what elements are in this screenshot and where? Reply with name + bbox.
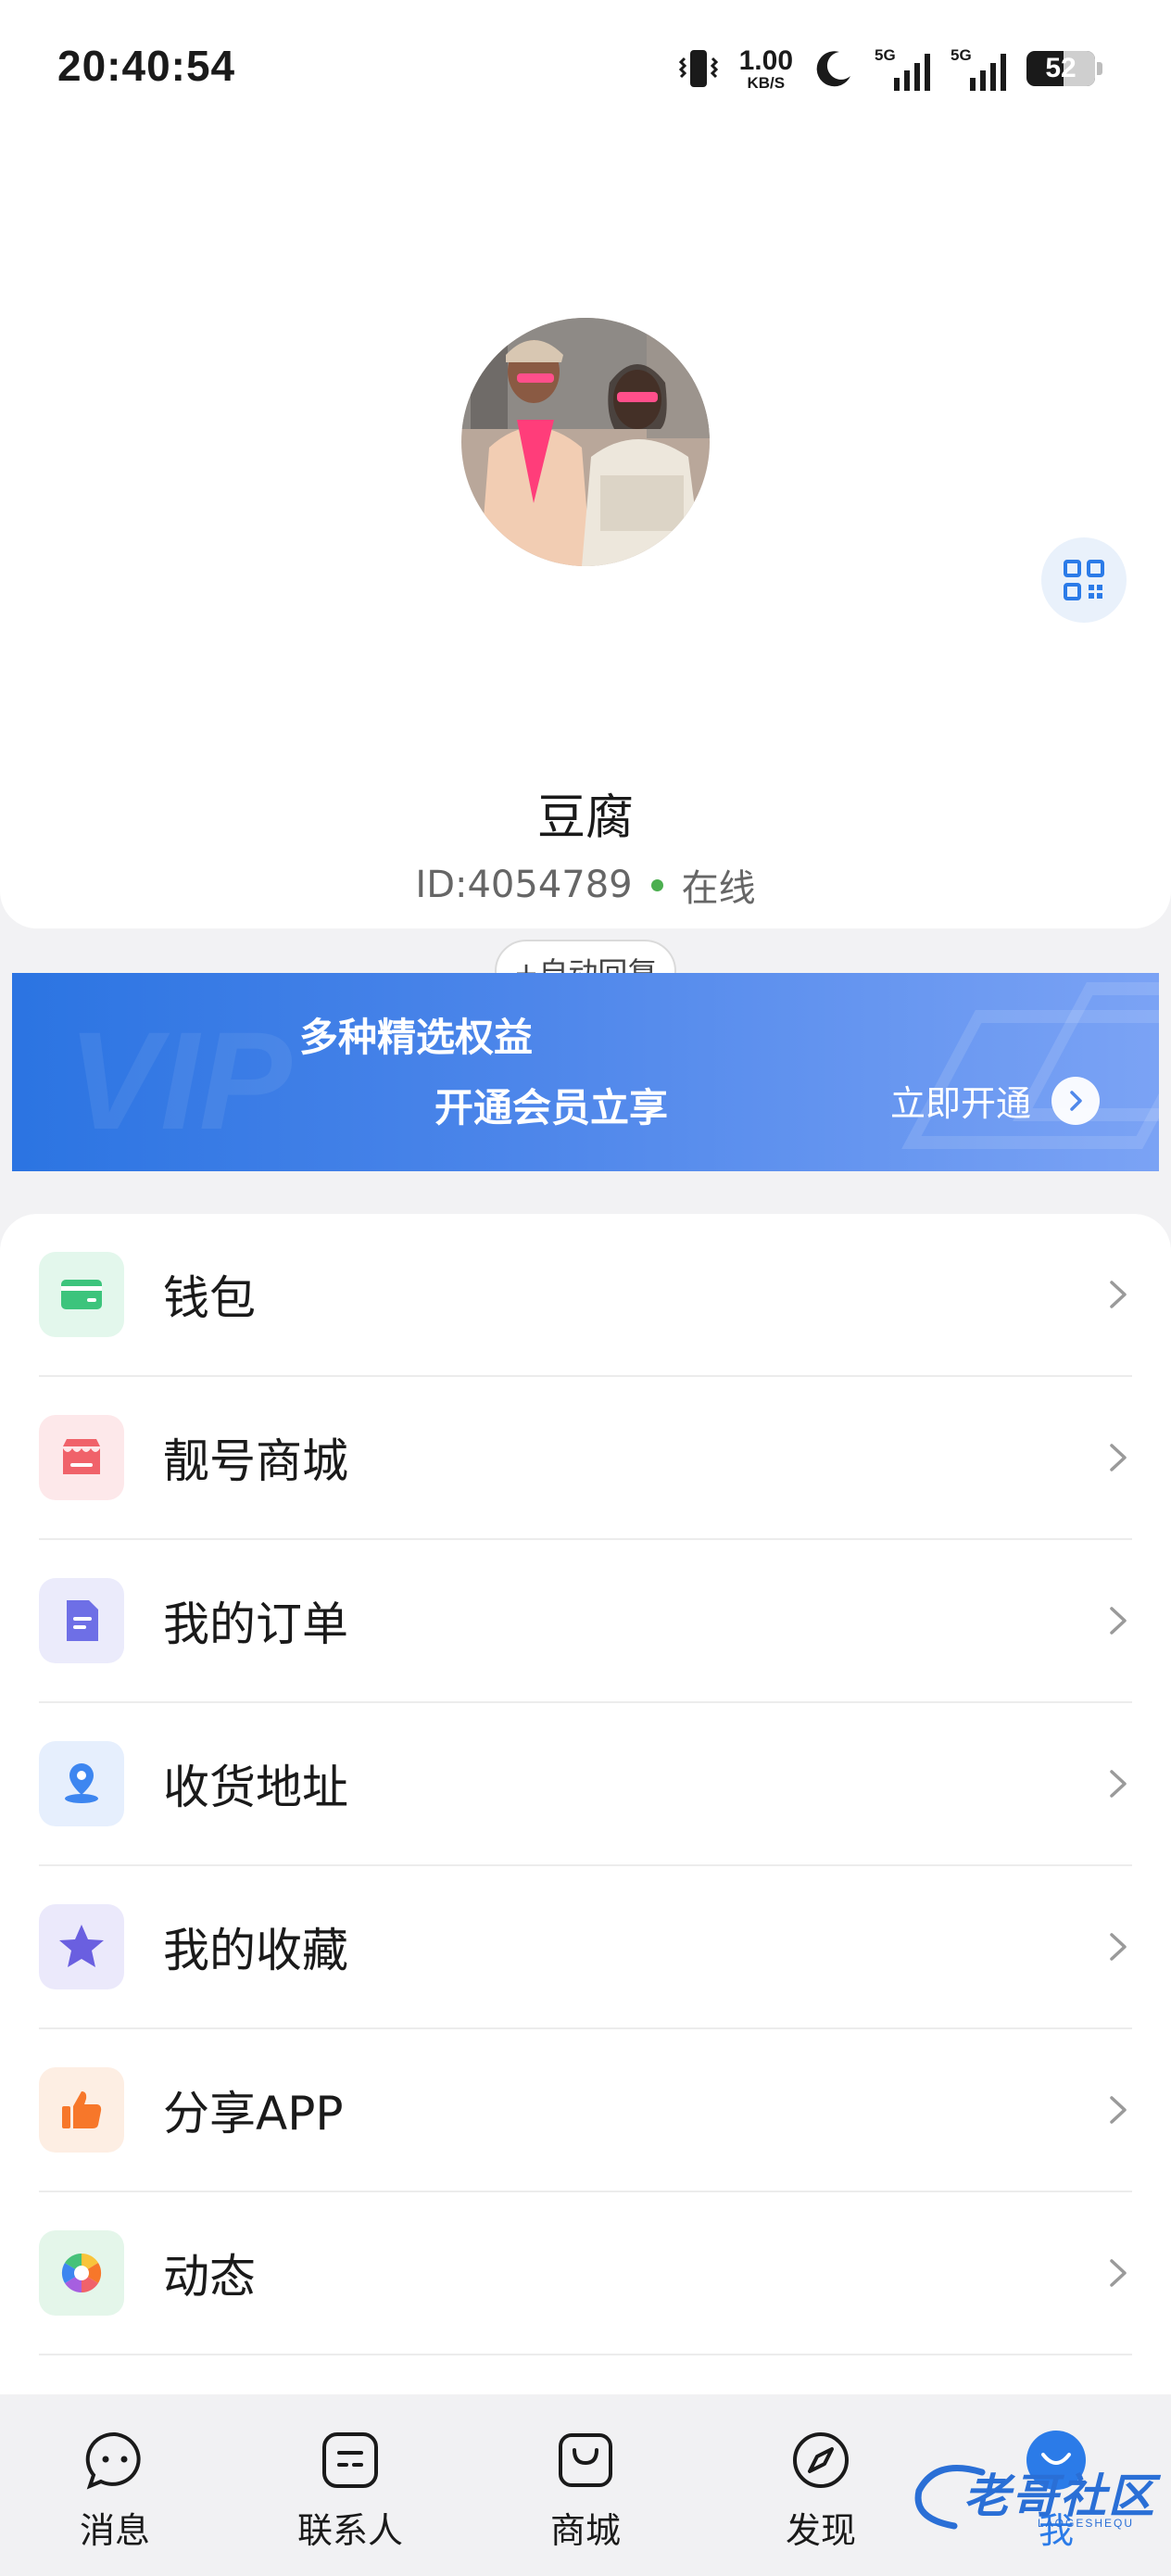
bottom-navigation: 消息 联系人 商城 发现 我 老哥社区 LAOGESHEQU <box>0 2394 1171 2576</box>
qr-code-button[interactable] <box>1041 537 1127 623</box>
menu-item-label: 分享APP <box>163 2087 344 2140</box>
contacts-icon <box>320 2430 381 2491</box>
menu-item-favorites[interactable]: 我的收藏 <box>39 1866 1132 2029</box>
net-speed-unit: KB/S <box>747 73 786 92</box>
nav-tab-discover[interactable]: 发现 <box>728 2430 913 2553</box>
chevron-right-icon <box>1110 1933 1127 1961</box>
vip-watermark: VIP <box>68 1003 292 1158</box>
menu-item-label: 靓号商城 <box>163 1434 348 1488</box>
signal-1-tag: 5G <box>875 46 896 64</box>
online-status-dot <box>650 878 663 891</box>
vip-headline: 多种精选权益 <box>299 1015 534 1060</box>
chevron-right-icon <box>1051 1076 1101 1125</box>
battery-icon: 52 <box>1026 51 1102 86</box>
menu-item-label: 钱包 <box>163 1271 256 1325</box>
signal-icon-2: 5G <box>951 46 1006 91</box>
status-time: 20:40:54 <box>57 42 236 90</box>
menu-item-label: 我的订单 <box>163 1597 348 1651</box>
nav-label: 联系人 <box>296 2510 403 2551</box>
menu-item-orders[interactable]: 我的订单 <box>39 1540 1132 1703</box>
star-icon <box>39 1904 124 1989</box>
nav-label: 消息 <box>79 2510 150 2551</box>
compass-icon <box>790 2430 851 2491</box>
menu-item-label: 收货地址 <box>163 1761 348 1814</box>
watermark-logo: 老哥社区 LAOGESHEQU <box>908 2454 1158 2537</box>
aperture-icon <box>39 2230 124 2316</box>
chevron-right-icon <box>1110 2259 1127 2287</box>
signal-icon-1: 5G <box>875 46 930 91</box>
vip-subheadline: 开通会员立享 <box>434 1085 669 1130</box>
order-doc-icon <box>39 1578 124 1663</box>
location-pin-icon <box>39 1741 124 1826</box>
battery-level: 52 <box>1045 53 1077 83</box>
qr-code-icon <box>1064 560 1104 600</box>
chevron-right-icon <box>1110 1444 1127 1471</box>
shop-icon <box>39 1415 124 1500</box>
vip-banner[interactable]: VIP 多种精选权益 开通会员立享 立即开通 <box>12 973 1159 1171</box>
chevron-right-icon <box>1110 2096 1127 2124</box>
status-bar: 20:40:54 1.00 KB/S 5G 5G 52 <box>0 0 1171 139</box>
menu-item-moments[interactable]: 动态 <box>39 2192 1132 2355</box>
shopping-bag-icon <box>555 2430 616 2491</box>
menu-item-shop[interactable]: 靓号商城 <box>39 1377 1132 1540</box>
menu-item-wallet[interactable]: 钱包 <box>39 1214 1132 1377</box>
nav-label: 商城 <box>549 2510 621 2551</box>
chevron-right-icon <box>1110 1607 1127 1635</box>
status-icons: 1.00 KB/S 5G 5G 52 <box>678 41 1102 96</box>
thumbs-up-icon <box>39 2067 124 2153</box>
user-id: ID:4054789 <box>415 864 633 906</box>
message-bubble-icon <box>84 2430 145 2491</box>
menu-item-share-app[interactable]: 分享APP <box>39 2029 1132 2192</box>
net-speed-value: 1.00 <box>738 44 793 76</box>
menu-item-address[interactable]: 收货地址 <box>39 1703 1132 1866</box>
vip-open-button[interactable]: 立即开通 <box>890 1075 1101 1126</box>
online-status: 在线 <box>681 867 756 910</box>
vip-cta-label: 立即开通 <box>890 1083 1032 1124</box>
username: 豆腐 <box>536 790 634 846</box>
avatar[interactable] <box>461 318 710 566</box>
watermark-subtext: LAOGESHEQU <box>1038 2517 1135 2530</box>
nav-tab-messages[interactable]: 消息 <box>22 2430 208 2553</box>
nav-tab-contacts[interactable]: 联系人 <box>258 2430 443 2553</box>
menu-item-label: 动态 <box>163 2250 256 2304</box>
moon-icon <box>816 51 850 87</box>
nav-label: 发现 <box>785 2510 856 2551</box>
net-speed: 1.00 KB/S <box>738 44 793 92</box>
profile-card: 豆腐 ID:4054789 在线 +自动回复 <box>0 139 1171 1003</box>
chevron-right-icon <box>1110 1281 1127 1308</box>
chevron-right-icon <box>1110 1770 1127 1798</box>
menu-list: 钱包 靓号商城 我的订单 收货地址 我的收藏 分享APP 动态 <box>0 1214 1171 2418</box>
nav-tab-mall[interactable]: 商城 <box>493 2430 678 2553</box>
menu-item-label: 我的收藏 <box>163 1924 348 1977</box>
wallet-icon <box>39 1252 124 1337</box>
user-id-line: ID:4054789 在线 <box>0 858 1171 912</box>
vibrate-icon <box>678 50 718 87</box>
signal-2-tag: 5G <box>951 46 972 64</box>
